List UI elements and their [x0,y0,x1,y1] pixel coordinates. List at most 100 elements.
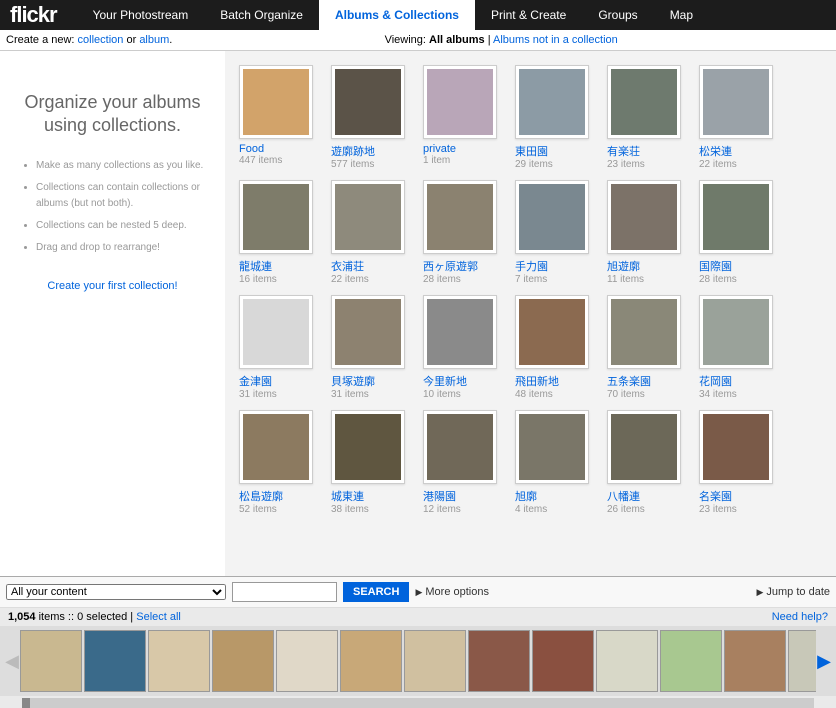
album-title[interactable]: 花岡園 [699,373,777,389]
strip-thumb[interactable] [212,630,274,692]
album-item[interactable]: 飛田新地48 items [515,295,593,400]
album-item[interactable]: 名楽園23 items [699,410,777,515]
album-thumbnail[interactable] [331,410,405,484]
scroll-thumb[interactable] [22,698,30,708]
need-help-link[interactable]: Need help? [772,611,828,623]
album-item[interactable]: 龍城連16 items [239,180,317,285]
album-thumbnail[interactable] [607,295,681,369]
album-title[interactable]: 衣浦荘 [331,258,409,274]
album-title[interactable]: 国際園 [699,258,777,274]
album-thumbnail[interactable] [239,65,313,139]
album-item[interactable]: 五条楽園70 items [607,295,685,400]
album-item[interactable]: 金津園31 items [239,295,317,400]
search-button[interactable]: SEARCH [343,582,409,602]
strip-thumb[interactable] [660,630,722,692]
album-title[interactable]: 松島遊廓 [239,488,317,504]
album-thumbnail[interactable] [423,180,497,254]
album-item[interactable]: 松栄連22 items [699,65,777,170]
album-item[interactable]: 旭遊廓11 items [607,180,685,285]
album-thumbnail[interactable] [239,295,313,369]
album-item[interactable]: 花岡園34 items [699,295,777,400]
album-title[interactable]: 有楽荘 [607,143,685,159]
album-item[interactable]: private1 item [423,65,501,170]
album-thumbnail[interactable] [515,295,589,369]
strip-thumb[interactable] [148,630,210,692]
album-title[interactable]: 龍城連 [239,258,317,274]
flickr-logo[interactable]: flickr [10,2,57,28]
album-title[interactable]: 名楽園 [699,488,777,504]
album-thumbnail[interactable] [699,410,773,484]
album-title[interactable]: 旭遊廓 [607,258,685,274]
album-thumbnail[interactable] [607,180,681,254]
album-thumbnail[interactable] [515,410,589,484]
strip-thumb[interactable] [404,630,466,692]
album-item[interactable]: 港陽園12 items [423,410,501,515]
album-title[interactable]: 城東連 [331,488,409,504]
album-thumbnail[interactable] [515,180,589,254]
strip-thumb[interactable] [532,630,594,692]
album-item[interactable]: 西ヶ原遊郭28 items [423,180,501,285]
album-item[interactable]: 東田園29 items [515,65,593,170]
album-thumbnail[interactable] [607,65,681,139]
album-item[interactable]: 有楽荘23 items [607,65,685,170]
album-item[interactable]: 衣浦荘22 items [331,180,409,285]
nav-tab-map[interactable]: Map [654,0,709,30]
strip-prev-button[interactable]: ◀ [4,651,20,672]
album-thumbnail[interactable] [331,65,405,139]
album-thumbnail[interactable] [699,295,773,369]
strip-thumb[interactable] [340,630,402,692]
nav-tab-albums-collections[interactable]: Albums & Collections [319,0,475,30]
more-options-toggle[interactable]: ▶More options [415,586,489,598]
album-thumbnail[interactable] [699,65,773,139]
album-title[interactable]: 西ヶ原遊郭 [423,258,501,274]
album-title[interactable]: 貝塚遊廓 [331,373,409,389]
album-title[interactable]: 港陽園 [423,488,501,504]
album-title[interactable]: 松栄連 [699,143,777,159]
strip-thumb[interactable] [84,630,146,692]
nav-tab-print-create[interactable]: Print & Create [475,0,582,30]
strip-thumb[interactable] [276,630,338,692]
nav-tab-groups[interactable]: Groups [582,0,653,30]
album-title[interactable]: 今里新地 [423,373,501,389]
album-item[interactable]: 貝塚遊廓31 items [331,295,409,400]
album-title[interactable]: 飛田新地 [515,373,593,389]
album-item[interactable]: 城東連38 items [331,410,409,515]
album-title[interactable]: 金津園 [239,373,317,389]
album-item[interactable]: 国際園28 items [699,180,777,285]
album-thumbnail[interactable] [699,180,773,254]
album-title[interactable]: 手力園 [515,258,593,274]
strip-thumb[interactable] [788,630,816,692]
select-all-link[interactable]: Select all [136,611,181,623]
album-title[interactable]: 五条楽園 [607,373,685,389]
album-item[interactable]: 手力園7 items [515,180,593,285]
album-thumbnail[interactable] [239,410,313,484]
strip-thumb[interactable] [20,630,82,692]
album-item[interactable]: 松島遊廓52 items [239,410,317,515]
album-thumbnail[interactable] [239,180,313,254]
create-album-link[interactable]: album [139,34,169,46]
album-thumbnail[interactable] [331,180,405,254]
nav-tab-your-photostream[interactable]: Your Photostream [77,0,205,30]
album-thumbnail[interactable] [607,410,681,484]
album-item[interactable]: 遊廓跡地577 items [331,65,409,170]
album-thumbnail[interactable] [423,410,497,484]
create-collection-link[interactable]: collection [78,34,124,46]
strip-thumb[interactable] [724,630,786,692]
album-title[interactable]: private [423,143,501,155]
album-thumbnail[interactable] [423,65,497,139]
album-title[interactable]: 東田園 [515,143,593,159]
album-title[interactable]: 遊廓跡地 [331,143,409,159]
strip-next-button[interactable]: ▶ [816,651,832,672]
not-in-collection-link[interactable]: Albums not in a collection [493,34,618,46]
album-title[interactable]: 旭廓 [515,488,593,504]
strip-thumb[interactable] [468,630,530,692]
create-first-collection-link[interactable]: Create your first collection! [47,280,177,292]
strip-scrollbar[interactable] [22,698,814,708]
album-title[interactable]: 八幡連 [607,488,685,504]
jump-to-date-toggle[interactable]: ▶Jump to date [756,586,830,598]
content-filter-select[interactable]: All your content [6,584,226,600]
album-title[interactable]: Food [239,143,317,155]
strip-thumb[interactable] [596,630,658,692]
album-item[interactable]: Food447 items [239,65,317,170]
album-item[interactable]: 今里新地10 items [423,295,501,400]
